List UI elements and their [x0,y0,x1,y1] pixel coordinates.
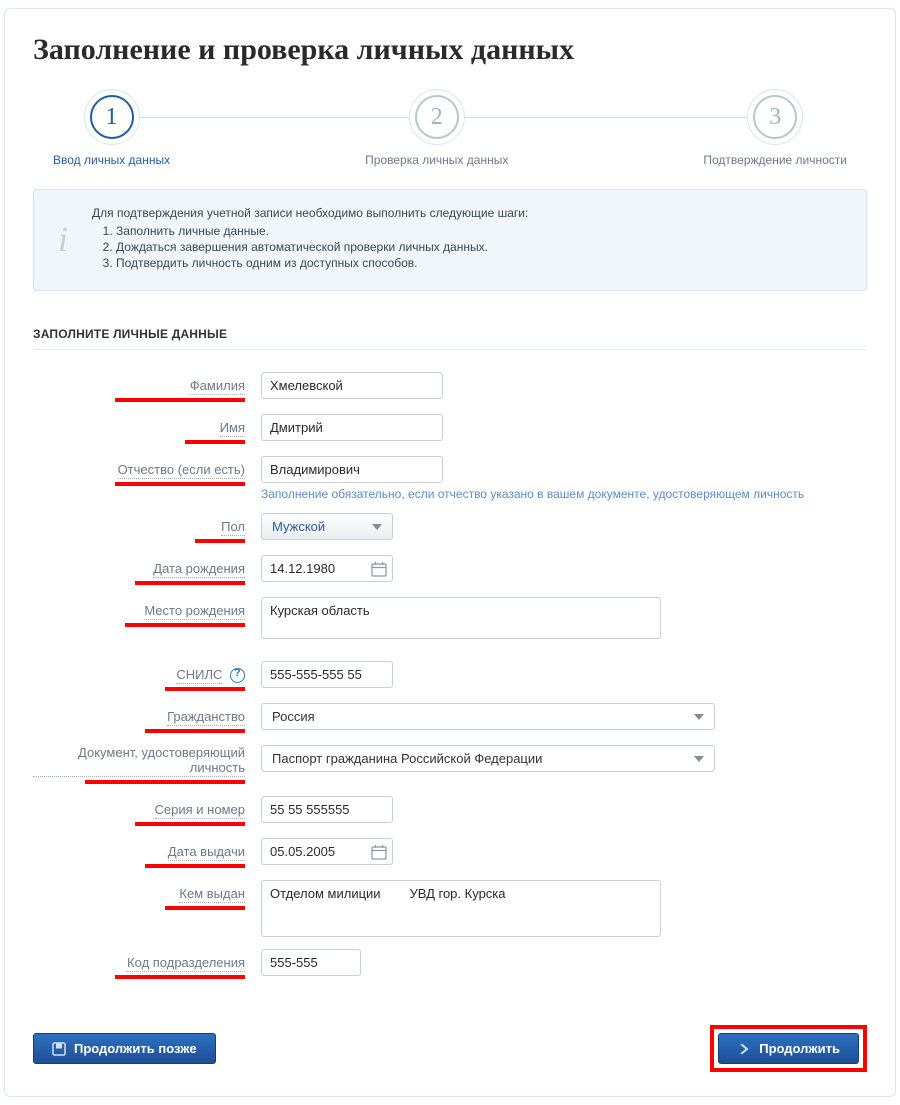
input-name[interactable] [261,414,443,441]
chevron-down-icon [368,518,386,536]
label-doc-unit-code: Код подразделения [127,955,245,972]
input-doc-issued-by[interactable] [261,880,661,937]
select-doc-type[interactable]: Паспорт гражданина Российской Федерации [261,745,715,772]
input-surname[interactable] [261,372,443,399]
input-doc-unit-code[interactable] [261,949,361,976]
input-patronymic[interactable] [261,456,443,483]
step-2-label: Проверка личных данных [365,153,508,167]
chevron-down-icon [690,708,708,726]
calendar-icon[interactable] [371,561,387,577]
row-doc-issue-date: Дата выдачи [33,838,867,868]
row-doc-type: Документ, удостоверяющий личность Паспор… [33,745,867,784]
row-surname: Фамилия [33,372,867,402]
step-3-num: 3 [753,95,797,139]
step-2-num: 2 [415,95,459,139]
stepper: 1 Ввод личных данных 2 Проверка личных д… [53,95,847,167]
step-2: 2 Проверка личных данных [365,95,508,167]
info-icon: i [52,221,74,257]
step-1: 1 Ввод личных данных [53,95,170,167]
row-gender: Пол Мужской [33,513,867,543]
row-patronymic: Отчество (если есть) Заполнение обязател… [33,456,867,501]
info-item: Заполнить личные данные. [116,224,528,238]
label-snils: СНИЛС [176,667,222,684]
label-doc-type: Документ, удостоверяющий личность [33,745,245,777]
input-snils[interactable] [261,661,393,688]
page-title: Заполнение и проверка личных данных [33,33,867,67]
continue-button[interactable]: Продолжить [718,1033,859,1064]
help-icon[interactable] [230,668,245,683]
label-gender: Пол [221,519,245,536]
chevron-right-icon [737,1042,751,1056]
info-lead: Для подтверждения учетной записи необход… [92,206,528,220]
step-1-num: 1 [90,95,134,139]
patronymic-hint: Заполнение обязательно, если отчество ук… [261,487,804,501]
footer-buttons: Продолжить позже Продолжить [33,1025,867,1072]
main-panel: Заполнение и проверка личных данных 1 Вв… [4,8,896,1097]
row-doc-issued-by: Кем выдан [33,880,867,937]
row-birthdate: Дата рождения [33,555,867,585]
row-doc-unit-code: Код подразделения [33,949,867,979]
label-citizenship: Гражданство [167,709,245,726]
label-birthdate: Дата рождения [153,561,245,578]
info-box: i Для подтверждения учетной записи необх… [33,189,867,291]
label-patronymic: Отчество (если есть) [118,462,245,479]
label-name: Имя [220,420,245,437]
calendar-icon[interactable] [371,844,387,860]
label-birthplace: Место рождения [144,603,245,620]
save-icon [52,1042,66,1056]
row-name: Имя [33,414,867,444]
label-doc-series: Серия и номер [155,802,245,819]
row-snils: СНИЛС [33,661,867,691]
label-doc-issued-by: Кем выдан [179,886,245,903]
select-gender[interactable]: Мужской [261,513,393,540]
info-content: Для подтверждения учетной записи необход… [92,206,528,272]
row-citizenship: Гражданство Россия [33,703,867,733]
section-divider [33,349,867,350]
continue-later-button[interactable]: Продолжить позже [33,1033,216,1064]
step-1-label: Ввод личных данных [53,153,170,167]
row-doc-series: Серия и номер [33,796,867,826]
section-title: ЗАПОЛНИТЕ ЛИЧНЫЕ ДАННЫЕ [33,327,867,341]
chevron-down-icon [690,750,708,768]
row-birthplace: Место рождения [33,597,867,639]
info-item: Дождаться завершения автоматической пров… [116,240,528,254]
input-doc-series[interactable] [261,796,393,823]
highlight-continue: Продолжить [710,1025,867,1072]
label-surname: Фамилия [190,378,245,395]
input-birthplace[interactable] [261,597,661,639]
select-citizenship[interactable]: Россия [261,703,715,730]
step-3-label: Подтверждение личности [703,153,847,167]
step-3: 3 Подтверждение личности [703,95,847,167]
info-item: Подтвердить личность одним из доступных … [116,256,528,270]
label-doc-issue-date: Дата выдачи [168,844,245,861]
